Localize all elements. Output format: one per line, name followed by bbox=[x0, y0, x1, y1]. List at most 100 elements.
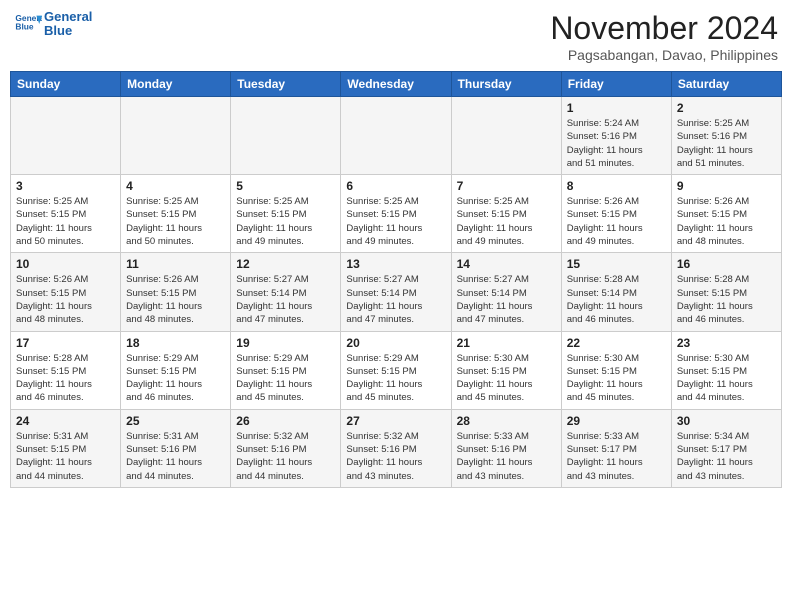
day-number: 28 bbox=[457, 414, 556, 428]
calendar-week-row: 17Sunrise: 5:28 AM Sunset: 5:15 PM Dayli… bbox=[11, 331, 782, 409]
day-info: Sunrise: 5:32 AM Sunset: 5:16 PM Dayligh… bbox=[236, 430, 335, 483]
calendar-cell: 28 Sunrise: 5:33 AM Sunset: 5:16 PM Dayli… bbox=[451, 409, 561, 487]
day-info: Sunrise: 5:31 AM Sunset: 5:15 PM Dayligh… bbox=[16, 430, 115, 483]
calendar-cell: 21 Sunrise: 5:30 AM Sunset: 5:15 PM Dayli… bbox=[451, 331, 561, 409]
calendar-cell: 8 Sunrise: 5:26 AM Sunset: 5:15 PM Daylig… bbox=[561, 175, 671, 253]
calendar-cell: 6 Sunrise: 5:25 AM Sunset: 5:15 PM Daylig… bbox=[341, 175, 451, 253]
day-number: 12 bbox=[236, 257, 335, 271]
day-number: 21 bbox=[457, 336, 556, 350]
calendar-cell bbox=[121, 97, 231, 175]
day-info: Sunrise: 5:26 AM Sunset: 5:15 PM Dayligh… bbox=[567, 195, 666, 248]
day-number: 18 bbox=[126, 336, 225, 350]
day-info: Sunrise: 5:30 AM Sunset: 5:15 PM Dayligh… bbox=[677, 352, 776, 405]
calendar-cell: 14Sunrise: 5:27 AM Sunset: 5:14 PM Dayli… bbox=[451, 253, 561, 331]
day-number: 8 bbox=[567, 179, 666, 193]
day-number: 24 bbox=[16, 414, 115, 428]
day-number: 3 bbox=[16, 179, 115, 193]
day-info: Sunrise: 5:25 AM Sunset: 5:16 PM Dayligh… bbox=[677, 117, 776, 170]
calendar-week-row: 3 Sunrise: 5:25 AM Sunset: 5:15 PM Daylig… bbox=[11, 175, 782, 253]
day-number: 27 bbox=[346, 414, 445, 428]
calendar-week-row: 1 Sunrise: 5:24 AM Sunset: 5:16 PM Daylig… bbox=[11, 97, 782, 175]
day-info: Sunrise: 5:25 AM Sunset: 5:15 PM Dayligh… bbox=[346, 195, 445, 248]
calendar-cell bbox=[231, 97, 341, 175]
column-header-thursday: Thursday bbox=[451, 72, 561, 97]
calendar-table: SundayMondayTuesdayWednesdayThursdayFrid… bbox=[10, 71, 782, 488]
day-info: Sunrise: 5:25 AM Sunset: 5:15 PM Dayligh… bbox=[236, 195, 335, 248]
day-info: Sunrise: 5:28 AM Sunset: 5:15 PM Dayligh… bbox=[677, 273, 776, 326]
day-info: Sunrise: 5:33 AM Sunset: 5:17 PM Dayligh… bbox=[567, 430, 666, 483]
location: Pagsabangan, Davao, Philippines bbox=[550, 47, 778, 63]
calendar-cell bbox=[341, 97, 451, 175]
calendar-cell: 3 Sunrise: 5:25 AM Sunset: 5:15 PM Daylig… bbox=[11, 175, 121, 253]
column-header-friday: Friday bbox=[561, 72, 671, 97]
day-info: Sunrise: 5:26 AM Sunset: 5:15 PM Dayligh… bbox=[126, 273, 225, 326]
day-info: Sunrise: 5:25 AM Sunset: 5:15 PM Dayligh… bbox=[457, 195, 556, 248]
day-info: Sunrise: 5:29 AM Sunset: 5:15 PM Dayligh… bbox=[346, 352, 445, 405]
calendar-cell: 16Sunrise: 5:28 AM Sunset: 5:15 PM Dayli… bbox=[671, 253, 781, 331]
day-info: Sunrise: 5:34 AM Sunset: 5:17 PM Dayligh… bbox=[677, 430, 776, 483]
day-info: Sunrise: 5:32 AM Sunset: 5:16 PM Dayligh… bbox=[346, 430, 445, 483]
calendar-cell: 24 Sunrise: 5:31 AM Sunset: 5:15 PM Dayli… bbox=[11, 409, 121, 487]
day-number: 6 bbox=[346, 179, 445, 193]
day-info: Sunrise: 5:30 AM Sunset: 5:15 PM Dayligh… bbox=[457, 352, 556, 405]
logo-line2: Blue bbox=[44, 23, 72, 38]
column-header-sunday: Sunday bbox=[11, 72, 121, 97]
day-number: 7 bbox=[457, 179, 556, 193]
month-year: November 2024 bbox=[550, 10, 778, 47]
day-number: 15 bbox=[567, 257, 666, 271]
calendar-cell: 9 Sunrise: 5:26 AM Sunset: 5:15 PM Daylig… bbox=[671, 175, 781, 253]
calendar-cell bbox=[451, 97, 561, 175]
title-block: November 2024 Pagsabangan, Davao, Philip… bbox=[550, 10, 778, 63]
calendar-week-row: 10 Sunrise: 5:26 AM Sunset: 5:15 PM Dayli… bbox=[11, 253, 782, 331]
day-number: 22 bbox=[567, 336, 666, 350]
calendar-cell: 1 Sunrise: 5:24 AM Sunset: 5:16 PM Daylig… bbox=[561, 97, 671, 175]
logo-icon: General Blue bbox=[14, 10, 42, 38]
day-info: Sunrise: 5:30 AM Sunset: 5:15 PM Dayligh… bbox=[567, 352, 666, 405]
day-number: 9 bbox=[677, 179, 776, 193]
calendar-cell: 25 Sunrise: 5:31 AM Sunset: 5:16 PM Dayli… bbox=[121, 409, 231, 487]
logo-text: General Blue bbox=[44, 10, 92, 39]
calendar-cell: 22 Sunrise: 5:30 AM Sunset: 5:15 PM Dayli… bbox=[561, 331, 671, 409]
day-info: Sunrise: 5:29 AM Sunset: 5:15 PM Dayligh… bbox=[126, 352, 225, 405]
day-info: Sunrise: 5:27 AM Sunset: 5:14 PM Dayligh… bbox=[346, 273, 445, 326]
day-number: 26 bbox=[236, 414, 335, 428]
day-number: 19 bbox=[236, 336, 335, 350]
day-info: Sunrise: 5:33 AM Sunset: 5:16 PM Dayligh… bbox=[457, 430, 556, 483]
calendar-cell bbox=[11, 97, 121, 175]
day-info: Sunrise: 5:26 AM Sunset: 5:15 PM Dayligh… bbox=[16, 273, 115, 326]
day-info: Sunrise: 5:28 AM Sunset: 5:14 PM Dayligh… bbox=[567, 273, 666, 326]
calendar-week-row: 24 Sunrise: 5:31 AM Sunset: 5:15 PM Dayli… bbox=[11, 409, 782, 487]
day-number: 11 bbox=[126, 257, 225, 271]
day-number: 2 bbox=[677, 101, 776, 115]
day-info: Sunrise: 5:24 AM Sunset: 5:16 PM Dayligh… bbox=[567, 117, 666, 170]
calendar-cell: 19 Sunrise: 5:29 AM Sunset: 5:15 PM Dayli… bbox=[231, 331, 341, 409]
calendar-cell: 17Sunrise: 5:28 AM Sunset: 5:15 PM Dayli… bbox=[11, 331, 121, 409]
calendar-cell: 26 Sunrise: 5:32 AM Sunset: 5:16 PM Dayli… bbox=[231, 409, 341, 487]
day-number: 1 bbox=[567, 101, 666, 115]
column-header-wednesday: Wednesday bbox=[341, 72, 451, 97]
logo: General Blue General Blue bbox=[14, 10, 92, 39]
calendar-cell: 11 Sunrise: 5:26 AM Sunset: 5:15 PM Dayli… bbox=[121, 253, 231, 331]
calendar-cell: 7 Sunrise: 5:25 AM Sunset: 5:15 PM Daylig… bbox=[451, 175, 561, 253]
svg-text:Blue: Blue bbox=[15, 22, 33, 32]
day-info: Sunrise: 5:29 AM Sunset: 5:15 PM Dayligh… bbox=[236, 352, 335, 405]
day-info: Sunrise: 5:27 AM Sunset: 5:14 PM Dayligh… bbox=[236, 273, 335, 326]
day-info: Sunrise: 5:26 AM Sunset: 5:15 PM Dayligh… bbox=[677, 195, 776, 248]
day-number: 4 bbox=[126, 179, 225, 193]
calendar-cell: 2 Sunrise: 5:25 AM Sunset: 5:16 PM Daylig… bbox=[671, 97, 781, 175]
day-number: 17 bbox=[16, 336, 115, 350]
day-number: 25 bbox=[126, 414, 225, 428]
day-number: 10 bbox=[16, 257, 115, 271]
calendar-cell: 27 Sunrise: 5:32 AM Sunset: 5:16 PM Dayli… bbox=[341, 409, 451, 487]
calendar-cell: 5Sunrise: 5:25 AM Sunset: 5:15 PM Daylig… bbox=[231, 175, 341, 253]
calendar-cell: 13 Sunrise: 5:27 AM Sunset: 5:14 PM Dayli… bbox=[341, 253, 451, 331]
day-info: Sunrise: 5:25 AM Sunset: 5:15 PM Dayligh… bbox=[16, 195, 115, 248]
day-number: 23 bbox=[677, 336, 776, 350]
calendar-cell: 30Sunrise: 5:34 AM Sunset: 5:17 PM Dayli… bbox=[671, 409, 781, 487]
page-header: General Blue General Blue November 2024 … bbox=[10, 10, 782, 63]
day-number: 14 bbox=[457, 257, 556, 271]
calendar-cell: 15 Sunrise: 5:28 AM Sunset: 5:14 PM Dayli… bbox=[561, 253, 671, 331]
day-info: Sunrise: 5:31 AM Sunset: 5:16 PM Dayligh… bbox=[126, 430, 225, 483]
column-header-monday: Monday bbox=[121, 72, 231, 97]
day-number: 13 bbox=[346, 257, 445, 271]
